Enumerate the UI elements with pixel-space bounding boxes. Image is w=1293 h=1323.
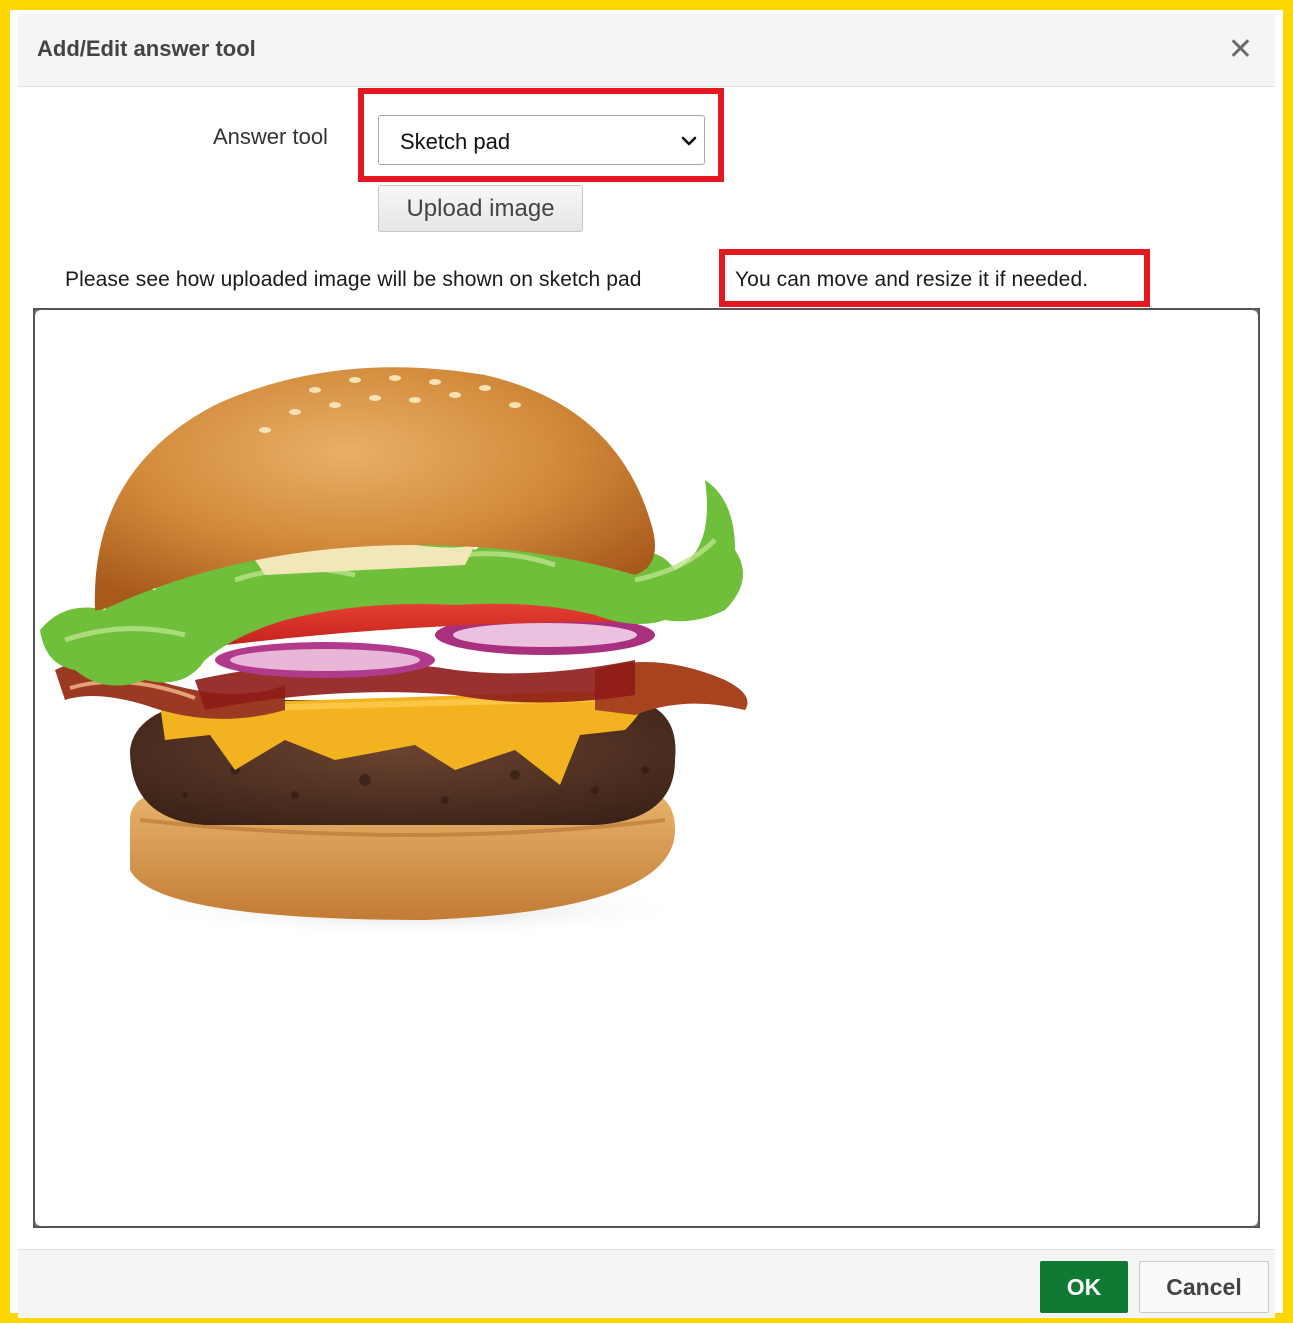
dialog-titlebar: Add/Edit answer tool ✕ <box>18 14 1275 87</box>
close-icon[interactable]: ✕ <box>1228 32 1253 68</box>
answer-tool-select[interactable]: Sketch pad <box>378 115 705 165</box>
resize-handle-top-right-icon[interactable] <box>1242 308 1260 326</box>
dialog-footer: OK Cancel <box>18 1249 1275 1318</box>
resize-handle-bottom-right-icon[interactable] <box>1242 1210 1260 1228</box>
ok-button[interactable]: OK <box>1040 1261 1128 1313</box>
info-text-move-resize: You can move and resize it if needed. <box>735 268 1089 291</box>
resize-handle-bottom-left-icon[interactable] <box>33 1210 51 1228</box>
dialog-title: Add/Edit answer tool <box>37 36 256 61</box>
sketch-pad-canvas[interactable] <box>33 308 1260 1228</box>
chevron-down-icon <box>681 136 697 146</box>
upload-image-button[interactable]: Upload image <box>378 185 583 232</box>
resize-handle-top-left-icon[interactable] <box>33 308 51 326</box>
add-edit-answer-tool-dialog: Add/Edit answer tool ✕ Answer tool Sketc… <box>18 14 1275 1318</box>
info-text-preview: Please see how uploaded image will be sh… <box>65 268 642 291</box>
cancel-button[interactable]: Cancel <box>1139 1261 1269 1313</box>
answer-tool-selected-value: Sketch pad <box>400 129 511 154</box>
answer-tool-label: Answer tool <box>213 124 328 149</box>
burger-image[interactable] <box>35 350 775 950</box>
